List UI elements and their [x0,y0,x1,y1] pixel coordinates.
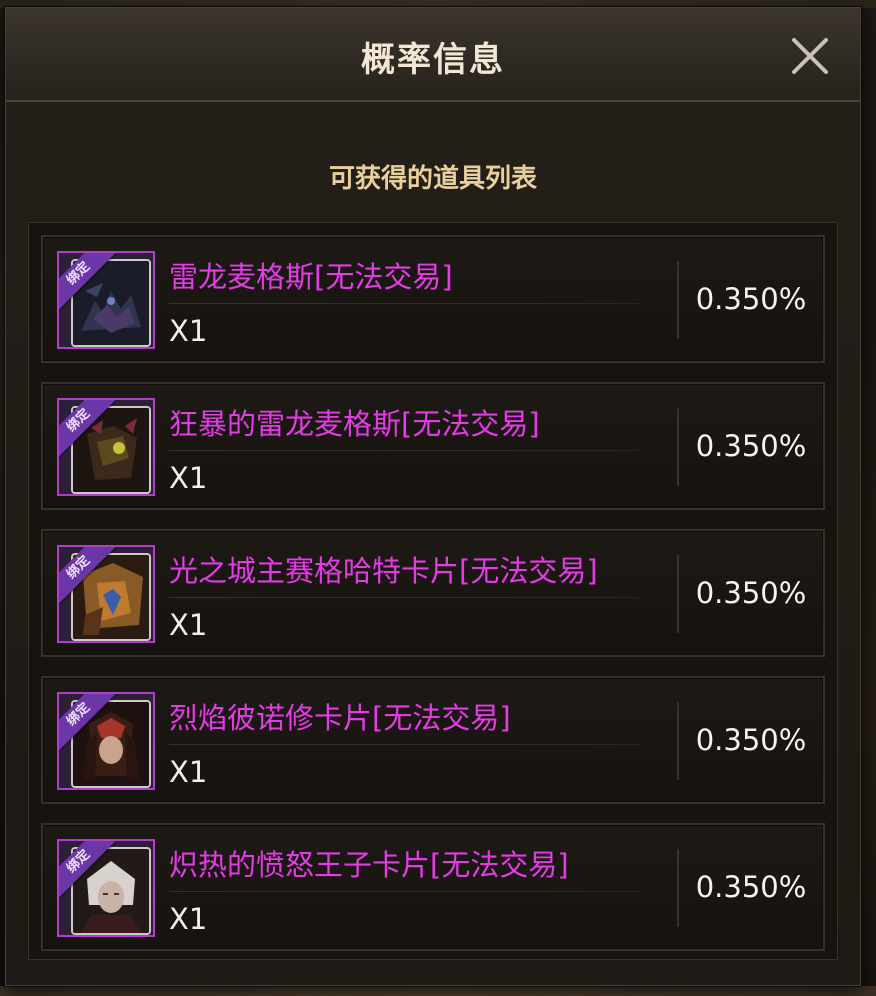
dialog-title: 概率信息 [361,40,505,80]
item-name: 炽热的愤怒王子卡片[无法交易] [169,848,569,882]
item-name: 烈焰彼诺修卡片[无法交易] [169,701,511,735]
item-icon-frame[interactable]: 绑定 [57,839,155,937]
item-divider [169,891,639,892]
item-probability: 0.350% [695,870,807,904]
dialog-header: 概率信息 [6,8,860,102]
close-icon [792,38,828,74]
probability-dialog: 概率信息 可获得的道具列表 绑定 雷龙麦格斯[无法交易] X1 0.350% 绑… [5,7,861,986]
list-item[interactable]: 绑定 狂暴的雷龙麦格斯[无法交易] X1 0.350% [41,382,825,510]
list-item[interactable]: 绑定 烈焰彼诺修卡片[无法交易] X1 0.350% [41,676,825,804]
item-list[interactable]: 绑定 雷龙麦格斯[无法交易] X1 0.350% 绑定 狂暴的雷龙麦格斯[无法交… [28,222,838,960]
column-separator [677,555,679,633]
close-button[interactable] [782,28,838,84]
list-item[interactable]: 绑定 雷龙麦格斯[无法交易] X1 0.350% [41,235,825,363]
item-divider [169,744,639,745]
column-separator [677,261,679,339]
item-name: 雷龙麦格斯[无法交易] [169,260,453,294]
item-probability: 0.350% [695,429,807,463]
column-separator [677,849,679,927]
item-icon-frame[interactable]: 绑定 [57,251,155,349]
item-name: 光之城主赛格哈特卡片[无法交易] [169,554,598,588]
background-bottom-strip [0,986,876,996]
list-item[interactable]: 绑定 光之城主赛格哈特卡片[无法交易] X1 0.350% [41,529,825,657]
item-quantity: X1 [169,608,208,642]
item-probability: 0.350% [695,282,807,316]
item-divider [169,303,639,304]
list-item[interactable]: 绑定 炽热的愤怒王子卡片[无法交易] X1 0.350% [41,823,825,951]
item-icon-frame[interactable]: 绑定 [57,398,155,496]
item-quantity: X1 [169,461,208,495]
column-separator [677,702,679,780]
item-quantity: X1 [169,314,208,348]
item-quantity: X1 [169,755,208,789]
item-icon-frame[interactable]: 绑定 [57,545,155,643]
item-quantity: X1 [169,902,208,936]
item-probability: 0.350% [695,723,807,757]
dialog-body: 可获得的道具列表 绑定 雷龙麦格斯[无法交易] X1 0.350% 绑定 狂暴的… [6,102,860,985]
column-separator [677,408,679,486]
item-list-heading: 可获得的道具列表 [328,164,537,194]
item-divider [169,450,639,451]
item-name: 狂暴的雷龙麦格斯[无法交易] [169,407,540,441]
item-icon-frame[interactable]: 绑定 [57,692,155,790]
item-divider [169,597,639,598]
item-probability: 0.350% [695,576,807,610]
